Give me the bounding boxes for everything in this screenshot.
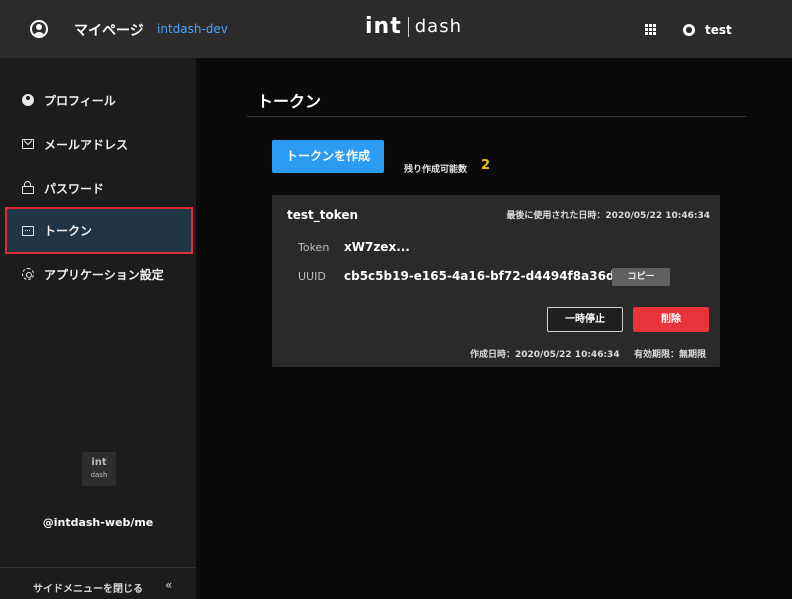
remaining-label: 残り作成可能数 xyxy=(404,165,468,175)
sidebar-app-name: @intdash-web/me xyxy=(42,516,154,529)
sidebar-item-label: アプリケーション設定 xyxy=(44,267,164,282)
token-label: Token xyxy=(298,241,330,254)
page-title: トークン xyxy=(257,92,322,111)
token-expiry: 有効期限：無期限 xyxy=(634,350,707,360)
title-divider xyxy=(247,116,746,117)
double-chevron-left-icon[interactable]: « xyxy=(165,578,172,592)
sidebar-item-token[interactable]: トークン xyxy=(5,207,193,254)
sidebar-logo-top: int xyxy=(91,457,107,468)
top-header: マイページ intdash-dev int dash ● test xyxy=(0,0,792,58)
lock-icon xyxy=(22,181,34,194)
sidebar-item-profile[interactable]: プロフィール xyxy=(0,78,196,122)
sidebar-item-email[interactable]: メールアドレス xyxy=(0,122,196,166)
sidebar-item-password[interactable]: パスワード xyxy=(0,166,196,210)
token-icon xyxy=(22,225,34,236)
token-name: test_token xyxy=(287,208,359,222)
app-title: マイページ xyxy=(74,23,144,39)
header-user-name[interactable]: test xyxy=(705,23,732,37)
close-side-menu-button[interactable]: サイドメニューを閉じる xyxy=(33,580,143,595)
project-name: intdash-dev xyxy=(157,22,228,36)
brand-logo: int dash xyxy=(365,14,462,39)
sidebar-item-label: パスワード xyxy=(44,181,105,196)
sidebar-item-label: プロフィール xyxy=(44,93,116,108)
sidebar-item-label: メールアドレス xyxy=(44,137,129,152)
sidebar-logo: int dash xyxy=(82,452,116,486)
create-token-button[interactable]: トークンを作成 xyxy=(272,140,384,173)
profile-icon xyxy=(22,94,34,106)
uuid-label: UUID xyxy=(298,270,326,283)
suspend-token-button[interactable]: 一時停止 xyxy=(547,307,623,332)
mail-icon xyxy=(22,139,34,149)
gear-icon xyxy=(22,268,34,280)
brand-int: int xyxy=(365,14,402,39)
apps-grid-icon[interactable] xyxy=(645,24,656,35)
delete-token-button[interactable]: 削除 xyxy=(633,307,709,332)
brand-separator xyxy=(407,16,409,37)
uuid-value: cb5c5b19-e165-4a16-bf72-d4494f8a36df xyxy=(344,269,620,283)
copy-uuid-button[interactable]: コピー xyxy=(612,268,670,286)
sidebar-logo-bottom: dash xyxy=(90,471,108,479)
sidebar-item-app-settings[interactable]: アプリケーション設定 xyxy=(0,252,196,296)
sidebar-divider xyxy=(0,567,196,568)
token-value: xW7zex... xyxy=(344,240,410,254)
user-circle-icon[interactable]: ● xyxy=(683,24,695,36)
remaining-count: 2 xyxy=(481,158,491,173)
brand-dash: dash xyxy=(414,16,462,37)
token-created-at: 作成日時：2020/05/22 10:46:34 xyxy=(470,350,620,360)
token-last-used: 最後に使用された日時：2020/05/22 10:46:34 xyxy=(506,211,710,221)
account-circle-icon[interactable] xyxy=(30,20,48,38)
sidebar-item-label: トークン xyxy=(44,224,93,238)
